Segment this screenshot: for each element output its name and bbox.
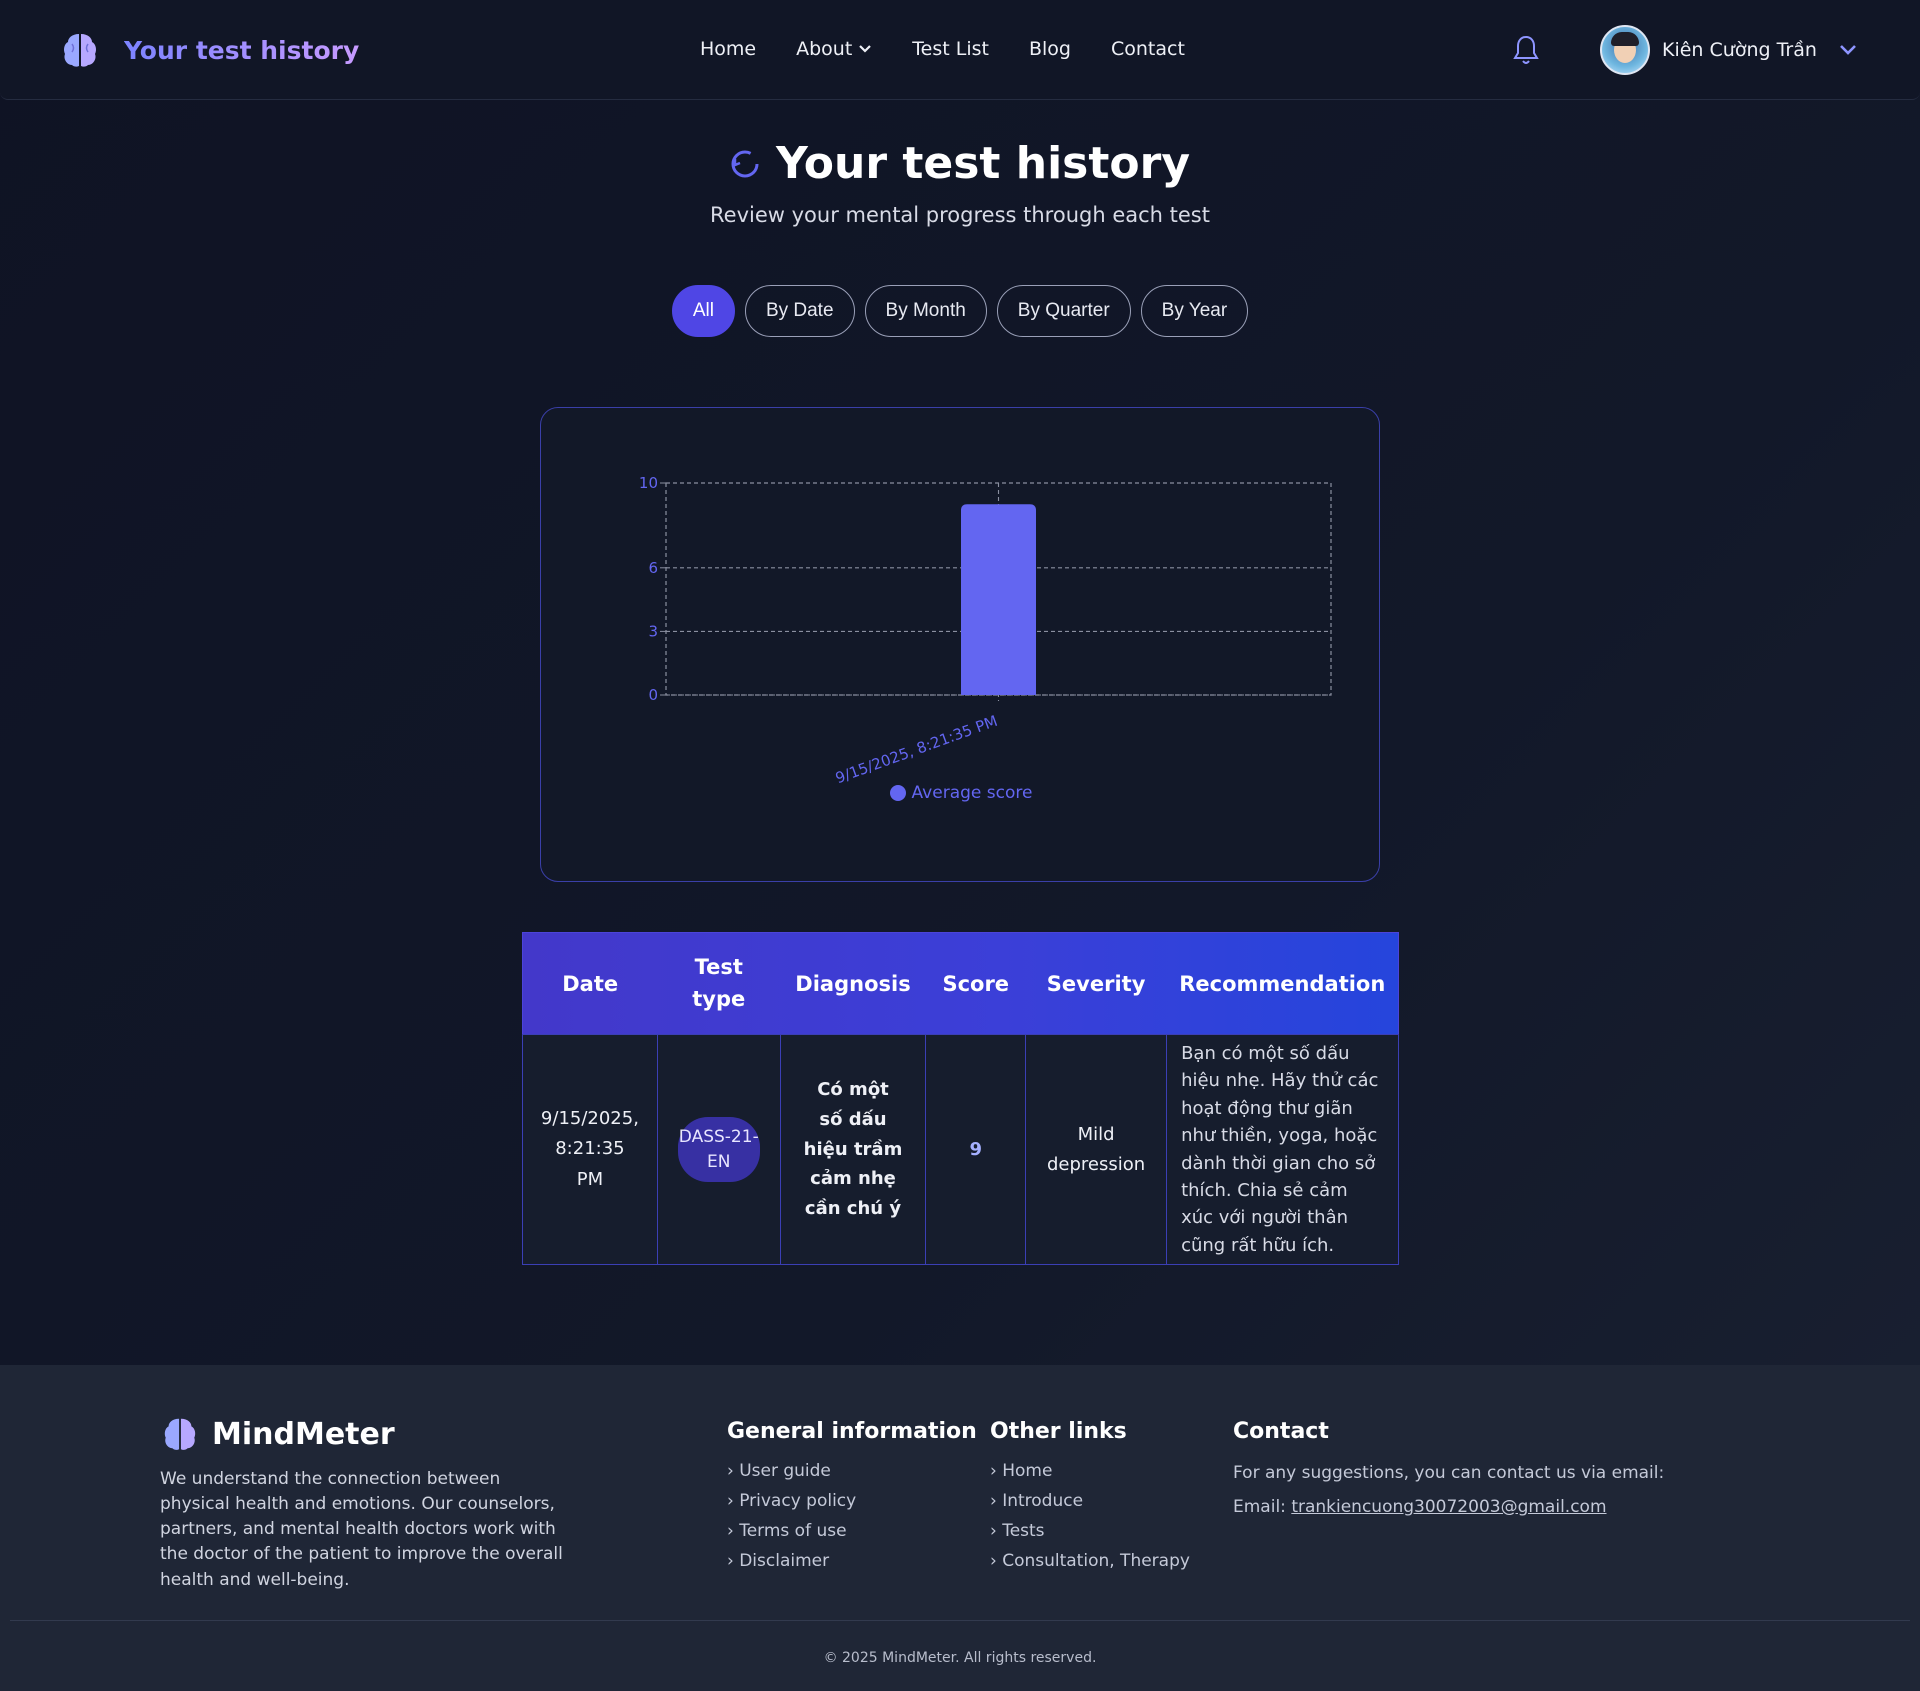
y-tick-label: 6 [648, 559, 658, 577]
nav-blog[interactable]: Blog [1029, 38, 1071, 60]
footer: MindMeter We understand the connection b… [0, 1365, 1920, 1691]
page-title: Your test history [775, 138, 1191, 189]
bell-icon[interactable] [1512, 34, 1540, 66]
chart-card: 0 3 6 10 9/15/2025, 8:21:35 PM Average score [540, 407, 1380, 882]
footer-link-label: Privacy policy [739, 1491, 857, 1511]
navbar: Your test history Home About Test List B… [0, 0, 1920, 100]
user-menu[interactable]: Kiên Cường Trần [1600, 25, 1857, 75]
footer-brand[interactable]: MindMeter [160, 1415, 395, 1453]
footer-link-label: Terms of use [739, 1521, 847, 1541]
table-header-row: Date Test type Diagnosis Score Severity … [522, 932, 1399, 1035]
footer-copyright: © 2025 MindMeter. All rights reserved. [823, 1650, 1097, 1666]
footer-contact-title: Contact [1233, 1419, 1329, 1444]
cell-recommendation: Bạn có một số dấu hiệu nhẹ. Hãy thử các … [1166, 1034, 1399, 1265]
footer-link-label: User guide [739, 1461, 831, 1481]
nav-home[interactable]: Home [700, 38, 756, 60]
score-chart: 0 3 6 10 9/15/2025, 8:21:35 PM [639, 474, 1332, 787]
footer-contact: Contact For any suggestions, you can con… [1233, 1419, 1664, 1524]
header-diagnosis: Diagnosis [795, 971, 911, 996]
footer-link-tests[interactable]: › Tests [990, 1516, 1190, 1546]
brain-icon [64, 34, 96, 67]
footer-link-label: Disclaimer [739, 1551, 830, 1571]
footer-link-label: Introduce [1002, 1491, 1084, 1511]
brand[interactable]: Your test history [60, 30, 359, 70]
cell-date: 9/15/2025, 8:21:35 PM [522, 1034, 658, 1265]
header-test-type: Test type [657, 933, 780, 1035]
header-score: Score [942, 971, 1010, 996]
footer-link-label: Home [1002, 1461, 1053, 1481]
filter-by-month[interactable]: By Month [864, 285, 987, 337]
chevron-down-icon [859, 45, 872, 53]
footer-link-disclaimer[interactable]: › Disclaimer [727, 1546, 977, 1576]
nav-links: Home About Test List Blog Contact [700, 38, 1225, 60]
page-header: Your test history Review your mental pro… [0, 138, 1920, 227]
footer-contact-email-row: Email: trankiencuong30072003@gmail.com [1233, 1490, 1664, 1524]
x-tick-label: 9/15/2025, 8:21:35 PM [833, 712, 1000, 787]
test-type-badge: DASS-21-EN [677, 1116, 760, 1183]
header-test-type-label: Test type [692, 955, 746, 1011]
footer-link-user-guide[interactable]: › User guide [727, 1456, 977, 1486]
footer-link-terms[interactable]: › Terms of use [727, 1516, 977, 1546]
filter-by-date[interactable]: By Date [744, 285, 855, 337]
cell-score: 9 [925, 1034, 1027, 1265]
page-subtitle: Review your mental progress through each… [710, 203, 1210, 227]
footer-link-label: Tests [1002, 1521, 1045, 1541]
footer-link-consultation[interactable]: › Consultation, Therapy [990, 1546, 1190, 1576]
severity-value: Mild depression [1047, 1123, 1146, 1175]
chevron-down-icon[interactable] [1839, 44, 1857, 56]
y-tick-label: 10 [639, 474, 658, 492]
footer-general: General information › User guide › Priva… [727, 1419, 977, 1576]
footer-link-privacy[interactable]: › Privacy policy [727, 1486, 977, 1516]
user-name: Kiên Cường Trần [1662, 39, 1817, 61]
nav-about[interactable]: About [796, 38, 872, 60]
filter-by-year[interactable]: By Year [1140, 285, 1249, 337]
filter-by-quarter[interactable]: By Quarter [996, 285, 1131, 337]
history-icon [731, 150, 759, 177]
footer-contact-text: For any suggestions, you can contact us … [1233, 1463, 1665, 1483]
diagnosis-value: Có một số dấu hiệu trầm cảm nhẹ cần chú … [803, 1079, 903, 1220]
footer-email-label: Email: [1233, 1497, 1286, 1517]
y-tick-label: 3 [648, 622, 658, 640]
header-recommendation: Recommendation [1179, 971, 1386, 996]
nav-test-list[interactable]: Test List [912, 38, 989, 60]
footer-divider [10, 1620, 1910, 1621]
y-tick-label: 0 [648, 686, 658, 704]
footer-general-title: General information [727, 1419, 977, 1444]
cell-diagnosis: Có một số dấu hiệu trầm cảm nhẹ cần chú … [779, 1034, 927, 1265]
table-row: 9/15/2025, 8:21:35 PM DASS-21-EN Có một … [522, 1034, 1399, 1265]
header-severity: Severity [1046, 971, 1146, 996]
header-date: Date [562, 971, 619, 996]
footer-description: We understand the connection between phy… [160, 1469, 563, 1590]
filter-all[interactable]: All [671, 285, 735, 337]
cell-test-type: DASS-21-EN [656, 1034, 781, 1265]
legend-swatch [889, 785, 906, 801]
footer-email-link[interactable]: trankiencuong30072003@gmail.com [1291, 1497, 1606, 1517]
brain-icon [164, 1418, 196, 1450]
bar [961, 504, 1036, 695]
footer-brand-name: MindMeter [212, 1416, 395, 1452]
brand-title: Your test history [124, 35, 360, 65]
avatar [1600, 25, 1650, 75]
cell-severity: Mild depression [1025, 1034, 1168, 1265]
footer-link-introduce[interactable]: › Introduce [990, 1486, 1190, 1516]
footer-other-title: Other links [990, 1419, 1127, 1444]
filter-group: All By Date By Month By Quarter By Year [0, 285, 1920, 337]
nav-about-label: About [796, 38, 853, 60]
history-table: Date Test type Diagnosis Score Severity … [522, 932, 1399, 1265]
date-value: 9/15/2025, 8:21:35 PM [540, 1107, 639, 1190]
footer-link-home[interactable]: › Home [990, 1456, 1190, 1486]
nav-contact[interactable]: Contact [1111, 38, 1185, 60]
footer-link-label: Consultation, Therapy [1002, 1551, 1190, 1571]
score-value: 9 [969, 1139, 983, 1160]
footer-other: Other links › Home › Introduce › Tests ›… [990, 1419, 1190, 1576]
legend-label: Average score [911, 783, 1033, 803]
chart-legend[interactable]: Average score [541, 783, 1381, 803]
